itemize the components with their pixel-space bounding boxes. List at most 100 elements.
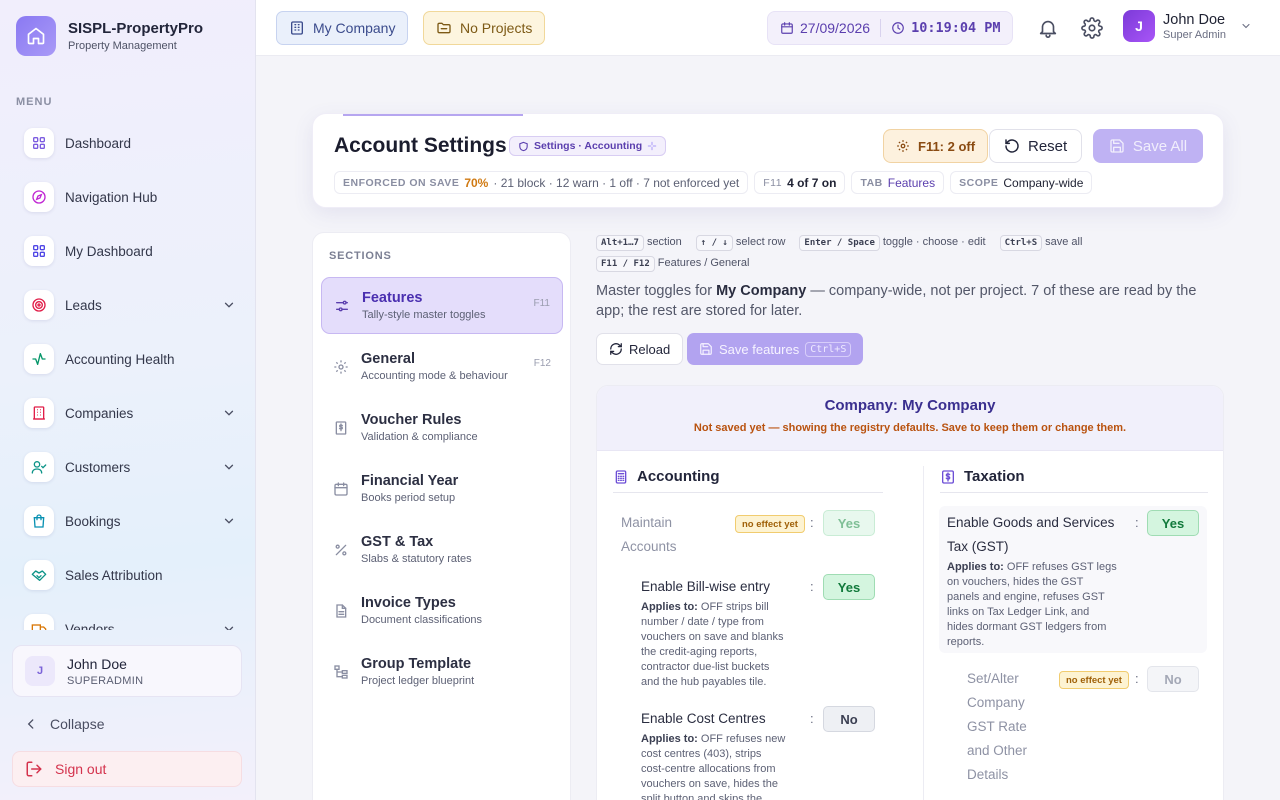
section-features[interactable]: Features Tally-style master toggles F11 — [321, 277, 563, 334]
sidebar-item-companies[interactable]: Companies — [0, 386, 256, 440]
sidebar-item-accounting-health[interactable]: Accounting Health — [0, 332, 256, 386]
save-features-button[interactable]: Save features Ctrl+S — [687, 333, 864, 365]
sign-out-button[interactable]: Sign out — [12, 751, 242, 787]
taxation-heading: Taxation — [940, 468, 1025, 485]
reset-button[interactable]: Reset — [989, 129, 1083, 163]
section-subtitle: Slabs & statutory rates — [361, 553, 472, 565]
section-name: GST & Tax — [361, 534, 434, 550]
app-name: SISPL-PropertyPro — [68, 20, 204, 37]
section-subtitle: Tally-style master toggles — [362, 309, 486, 321]
feature-label-line: Set/Alter — [967, 671, 1019, 686]
truck-icon — [24, 614, 54, 630]
sidebar-item-my-dashboard[interactable]: My Dashboard — [0, 224, 256, 278]
applies-line: Applies to: OFF refuses new — [641, 732, 806, 747]
feature-label-line: and Other — [967, 743, 1028, 758]
f11-stat: F11 4 of 7 on — [754, 171, 846, 194]
feature-toggle[interactable]: No — [1147, 666, 1199, 692]
feature-toggle[interactable]: Yes — [823, 574, 875, 600]
section-financial-year[interactable]: Financial Year Books period setup — [321, 460, 563, 517]
applies-text: contractor due-list buckets — [641, 661, 770, 673]
user-role: Super Admin — [1163, 28, 1226, 41]
reload-button[interactable]: Reload — [596, 333, 684, 365]
collapse-button[interactable]: Collapse — [24, 716, 104, 732]
chevron-down-icon[interactable] — [222, 406, 236, 420]
chevron-down-icon[interactable] — [222, 298, 236, 312]
chevron-down-icon[interactable] — [222, 514, 236, 528]
shortcut-text: save all — [1045, 236, 1083, 248]
avatar: J — [1123, 10, 1155, 42]
section-voucher-rules[interactable]: Voucher Rules Validation & compliance — [321, 399, 563, 456]
handshake-icon — [24, 560, 54, 590]
chevron-down-icon — [1240, 20, 1252, 32]
section-text: Voucher Rules Validation & compliance — [361, 412, 478, 443]
save-all-button[interactable]: Save All — [1093, 129, 1203, 163]
no-effect-badge: no effect yet — [1059, 671, 1129, 689]
shortcut-key: F11 / F12 — [596, 256, 655, 272]
gear-icon — [896, 139, 910, 153]
user-menu[interactable]: J John Doe Super Admin — [1123, 10, 1252, 42]
sidebar-item-vendors[interactable]: Vendors — [0, 602, 256, 630]
applies-line: hides dormant GST ledgers from — [947, 620, 1132, 635]
user-name: John Doe — [1163, 11, 1226, 28]
f11-status-button[interactable]: F11: 2 off — [883, 129, 989, 163]
section-general[interactable]: General Accounting mode & behaviour F12 — [321, 338, 563, 395]
shortcut-key: Enter / Space — [799, 235, 880, 251]
chevron-down-icon[interactable] — [222, 622, 236, 630]
applies-label: Applies to: — [947, 561, 1004, 573]
feature-toggle[interactable]: Yes — [823, 510, 875, 536]
time-value: 10:19:04 PM — [911, 20, 1001, 36]
description-pre: Master toggles for — [596, 283, 717, 299]
project-selector[interactable]: No Projects — [423, 11, 546, 45]
save-features-label: Save features — [719, 341, 800, 357]
receipt-icon — [333, 420, 349, 436]
calendar-icon — [333, 481, 349, 497]
section-group-template[interactable]: Group Template Project ledger blueprint — [321, 643, 563, 700]
gear-icon[interactable] — [1081, 17, 1103, 39]
building-icon — [24, 398, 54, 428]
sidebar-item-customers[interactable]: Customers — [0, 440, 256, 494]
feature-toggle[interactable]: No — [823, 706, 875, 732]
avatar: J — [25, 656, 55, 686]
applies-line: cost centres (403), strips — [641, 747, 806, 762]
applies-label: Applies to: — [641, 601, 698, 613]
feature-label-line: Details — [967, 767, 1009, 782]
divider — [613, 492, 883, 493]
dollar-icon — [940, 469, 956, 485]
f11-stat-value: 4 of 7 on — [787, 175, 837, 190]
page-title: Account Settings — [334, 134, 507, 157]
section-name: Voucher Rules — [361, 412, 462, 428]
section-shortcut: F11 — [533, 298, 551, 309]
feature-toggle[interactable]: Yes — [1147, 510, 1199, 536]
sidebar-item-label: Companies — [65, 405, 134, 421]
chevron-down-icon[interactable] — [222, 460, 236, 474]
section-gst-tax[interactable]: GST & Tax Slabs & statutory rates — [321, 521, 563, 578]
scope-stat-key: SCOPE — [959, 176, 999, 189]
sidebar-item-navigation-hub[interactable]: Navigation Hub — [0, 170, 256, 224]
separator: : — [1135, 515, 1139, 530]
sidebar-item-bookings[interactable]: Bookings — [0, 494, 256, 548]
applies-line: cost-centre allocations from — [641, 762, 806, 777]
sidebar-item-sales-attribution[interactable]: Sales Attribution — [0, 548, 256, 602]
sparkle-icon — [647, 141, 657, 151]
brand[interactable]: SISPL-PropertyPro Property Management — [16, 16, 203, 56]
section-invoice-types[interactable]: Invoice Types Document classifications — [321, 582, 563, 639]
section-subtitle: Books period setup — [361, 492, 456, 504]
enforced-percent: 70% — [464, 175, 489, 190]
sidebar-item-leads[interactable]: Leads — [0, 278, 256, 332]
sidebar-user-card[interactable]: J John Doe SUPERADMIN — [12, 645, 242, 697]
separator: : — [810, 579, 814, 594]
shortcut-key: Alt+1…7 — [596, 235, 644, 251]
company-selector[interactable]: My Company — [276, 11, 409, 45]
bell-icon[interactable] — [1037, 17, 1059, 39]
folder-icon — [436, 20, 452, 36]
sections-label: SECTIONS — [329, 250, 392, 262]
feature-label-line: Enable Goods and Services — [947, 515, 1115, 530]
breadcrumb-tag-label: Settings · Accounting — [534, 140, 643, 152]
tab-stat-value: Features — [887, 175, 936, 190]
applies-text: on vouchers, hides the GST — [947, 576, 1084, 588]
sliders-icon — [334, 298, 350, 314]
grid-icon — [24, 236, 54, 266]
sidebar-item-dashboard[interactable]: Dashboard — [0, 116, 256, 170]
feature-label: Enable Bill-wise entry — [641, 575, 811, 599]
shortcut-text: toggle · choose · edit — [882, 236, 986, 248]
